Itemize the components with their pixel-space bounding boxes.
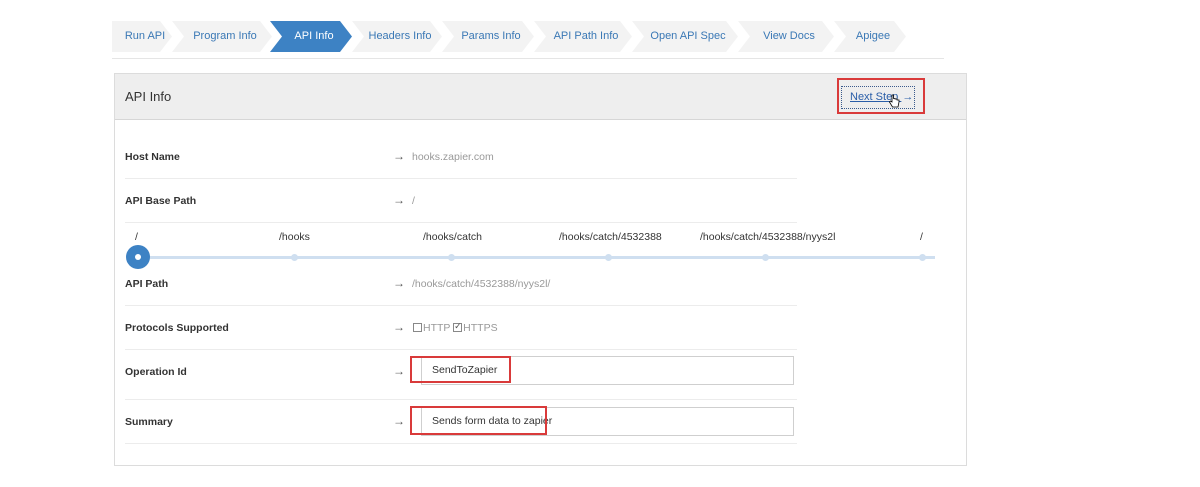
step-label: Open API Spec xyxy=(650,30,726,42)
arrow-right-icon: → xyxy=(393,193,405,207)
step-view-docs[interactable]: View Docs xyxy=(738,21,834,52)
operation-id-input[interactable]: SendToZapier xyxy=(421,356,794,385)
summary-row: Summary → Sends form data to zapier xyxy=(125,400,797,444)
step-open-api-spec[interactable]: Open API Spec xyxy=(632,21,738,52)
path-slider-labels: / /hooks /hooks/catch /hooks/catch/45323… xyxy=(115,231,966,251)
summary-input[interactable]: Sends form data to zapier xyxy=(421,407,794,436)
panel-title: API Info xyxy=(125,89,172,104)
path-slider-tick[interactable] xyxy=(919,254,926,261)
step-api-info[interactable]: API Info xyxy=(270,21,352,52)
step-run-api[interactable]: Run API xyxy=(112,21,172,52)
step-label: Headers Info xyxy=(368,30,432,42)
path-slider-tick[interactable] xyxy=(605,254,612,261)
https-checkbox[interactable] xyxy=(453,321,463,332)
path-segment-label: / xyxy=(920,231,923,243)
path-segment-label: /hooks/catch xyxy=(423,231,482,243)
arrow-right-icon: → xyxy=(393,276,405,290)
step-params-info[interactable]: Params Info xyxy=(442,21,534,52)
protocols-label: Protocols Supported xyxy=(125,322,229,334)
step-label: Run API xyxy=(124,30,166,42)
path-slider-tick[interactable] xyxy=(291,254,298,261)
https-label: HTTPS xyxy=(463,322,498,334)
http-label: HTTP xyxy=(423,322,451,334)
path-segment-label: /hooks/catch/4532388 xyxy=(559,231,662,243)
api-info-panel: API Info Next Step → Host Name → hooks.z… xyxy=(114,73,967,466)
api-base-path-label: API Base Path xyxy=(125,195,197,207)
api-base-path-value: / xyxy=(412,195,415,207)
path-slider-tick[interactable] xyxy=(448,254,455,261)
step-headers-info[interactable]: Headers Info xyxy=(352,21,442,52)
wizard-steps: Run API Program Info API Info Headers In… xyxy=(112,21,944,59)
arrow-right-icon: → xyxy=(393,149,405,163)
path-segment-label: /hooks/catch/4532388/nyys2l xyxy=(700,231,836,243)
path-segment-label: / xyxy=(135,231,138,243)
path-slider-track[interactable] xyxy=(137,256,935,259)
step-program-info[interactable]: Program Info xyxy=(172,21,272,52)
host-name-label: Host Name xyxy=(125,151,180,163)
api-path-value: /hooks/catch/4532388/nyys2l/ xyxy=(412,278,551,290)
step-label: Program Info xyxy=(193,30,257,42)
step-label: API Path Info xyxy=(553,30,619,42)
protocols-row: Protocols Supported → HTTP HTTPS xyxy=(125,306,797,350)
step-apigee[interactable]: Apigee xyxy=(834,21,906,52)
path-segment-label: /hooks xyxy=(279,231,310,243)
http-checkbox[interactable] xyxy=(413,323,422,332)
panel-header: API Info Next Step → xyxy=(115,74,966,120)
arrow-right-icon: → xyxy=(393,364,405,378)
step-label: API Info xyxy=(294,30,334,42)
arrow-right-icon: → xyxy=(393,320,405,334)
arrow-right-icon: → xyxy=(393,414,405,428)
step-label: Apigee xyxy=(855,30,891,42)
hand-cursor-icon xyxy=(888,94,900,108)
step-label: Params Info xyxy=(461,30,521,42)
step-label: View Docs xyxy=(763,30,815,42)
summary-label: Summary xyxy=(125,416,173,428)
operation-id-row: Operation Id → SendToZapier xyxy=(125,350,797,400)
host-name-value: hooks.zapier.com xyxy=(412,151,494,163)
host-name-row: Host Name → hooks.zapier.com xyxy=(125,135,797,179)
api-path-row: API Path → /hooks/catch/4532388/nyys2l/ xyxy=(125,262,797,306)
api-base-path-row: API Base Path → / xyxy=(125,179,797,223)
operation-id-label: Operation Id xyxy=(125,366,187,378)
next-step-button[interactable]: Next Step → xyxy=(841,86,915,109)
step-api-path-info[interactable]: API Path Info xyxy=(534,21,632,52)
api-path-label: API Path xyxy=(125,278,169,290)
path-slider-tick[interactable] xyxy=(762,254,769,261)
arrow-right-icon: → xyxy=(902,91,914,103)
protocol-options: HTTP HTTPS xyxy=(413,321,498,334)
